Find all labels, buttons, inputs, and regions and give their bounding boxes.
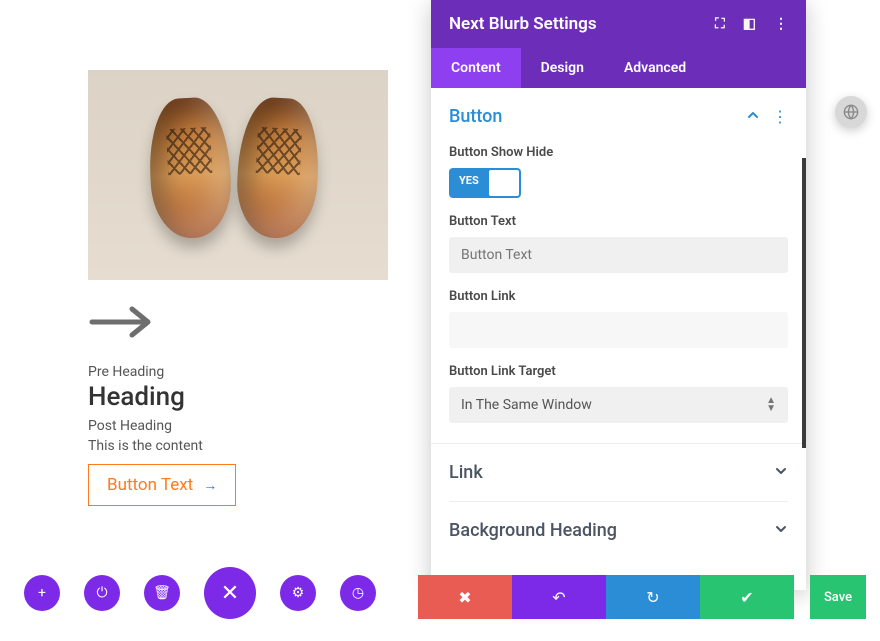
module-preview: Pre Heading Heading Post Heading This is… [88, 70, 388, 506]
section-link-title: Link [449, 462, 483, 483]
input-button-text[interactable] [449, 237, 788, 273]
expand-icon[interactable]: ⛶ [715, 16, 725, 32]
post-heading-text: Post Heading [88, 418, 388, 434]
panel-header: Next Blurb Settings ⛶ ◧ ⋮ [431, 0, 806, 48]
toggle-knob [489, 170, 519, 196]
confirm-button[interactable]: ✔ [700, 575, 794, 619]
panel-action-bar: ✖ ↶ ↻ ✔ [418, 575, 794, 619]
tab-content[interactable]: Content [431, 48, 521, 88]
gear-icon[interactable]: ⚙ [280, 575, 316, 611]
save-label: Save [824, 590, 852, 605]
add-button[interactable]: + [24, 575, 60, 611]
select-button-link-target[interactable]: In The Same Window ▲▼ [449, 387, 788, 423]
section-kebab-icon[interactable]: ⋮ [772, 107, 788, 126]
history-icon[interactable]: ◷ [340, 575, 376, 611]
settings-tabs: Content Design Advanced [431, 48, 806, 88]
power-icon[interactable]: ⏻ [84, 575, 120, 611]
panel-body: Button ⋮ Button Show Hide YES Button Tex… [431, 88, 806, 590]
undo-button[interactable]: ↶ [512, 575, 606, 619]
label-button-show-hide: Button Show Hide [449, 145, 788, 160]
sort-arrows-icon: ▲▼ [766, 397, 776, 413]
preview-button[interactable]: Button Text → [88, 464, 236, 506]
arrow-right-icon [88, 304, 388, 344]
label-button-text: Button Text [449, 214, 788, 229]
toggle-state-label: YES [449, 168, 489, 198]
select-target-value: In The Same Window [461, 397, 592, 413]
tab-advanced[interactable]: Advanced [604, 48, 706, 88]
snap-icon[interactable]: ◧ [743, 16, 756, 32]
settings-panel: Next Blurb Settings ⛶ ◧ ⋮ Content Design… [431, 0, 806, 590]
section-button-title: Button [449, 106, 502, 127]
trash-icon[interactable]: 🗑 [144, 575, 180, 611]
input-button-link[interactable] [449, 312, 788, 348]
label-button-link: Button Link [449, 289, 788, 304]
toggle-button-show-hide[interactable]: YES [449, 168, 521, 198]
pre-heading-text: Pre Heading [88, 364, 388, 380]
section-button-header[interactable]: Button ⋮ [449, 88, 788, 129]
preview-button-label: Button Text [107, 475, 193, 495]
chevron-up-icon [746, 107, 760, 126]
help-icon[interactable] [835, 96, 867, 128]
section-link-header[interactable]: Link [449, 444, 788, 502]
label-button-link-target: Button Link Target [449, 364, 788, 379]
cancel-button[interactable]: ✖ [418, 575, 512, 619]
chevron-down-icon [774, 521, 788, 540]
builder-toolbar: + ⏻ 🗑 ✕ ⚙ ◷ [24, 567, 376, 619]
arrow-right-small-icon: → [203, 477, 217, 494]
tab-design[interactable]: Design [521, 48, 604, 88]
redo-button[interactable]: ↻ [606, 575, 700, 619]
section-bg-heading-title: Background Heading [449, 520, 617, 541]
close-builder-button[interactable]: ✕ [204, 567, 256, 619]
content-text: This is the content [88, 438, 388, 454]
kebab-menu-icon[interactable]: ⋮ [774, 16, 788, 32]
section-bg-heading-header[interactable]: Background Heading [449, 502, 788, 559]
preview-image [88, 70, 388, 280]
heading-text: Heading [88, 382, 388, 412]
panel-title: Next Blurb Settings [449, 14, 597, 34]
scrollbar[interactable] [802, 158, 806, 448]
chevron-down-icon [774, 463, 788, 482]
save-button[interactable]: Save [810, 575, 866, 619]
